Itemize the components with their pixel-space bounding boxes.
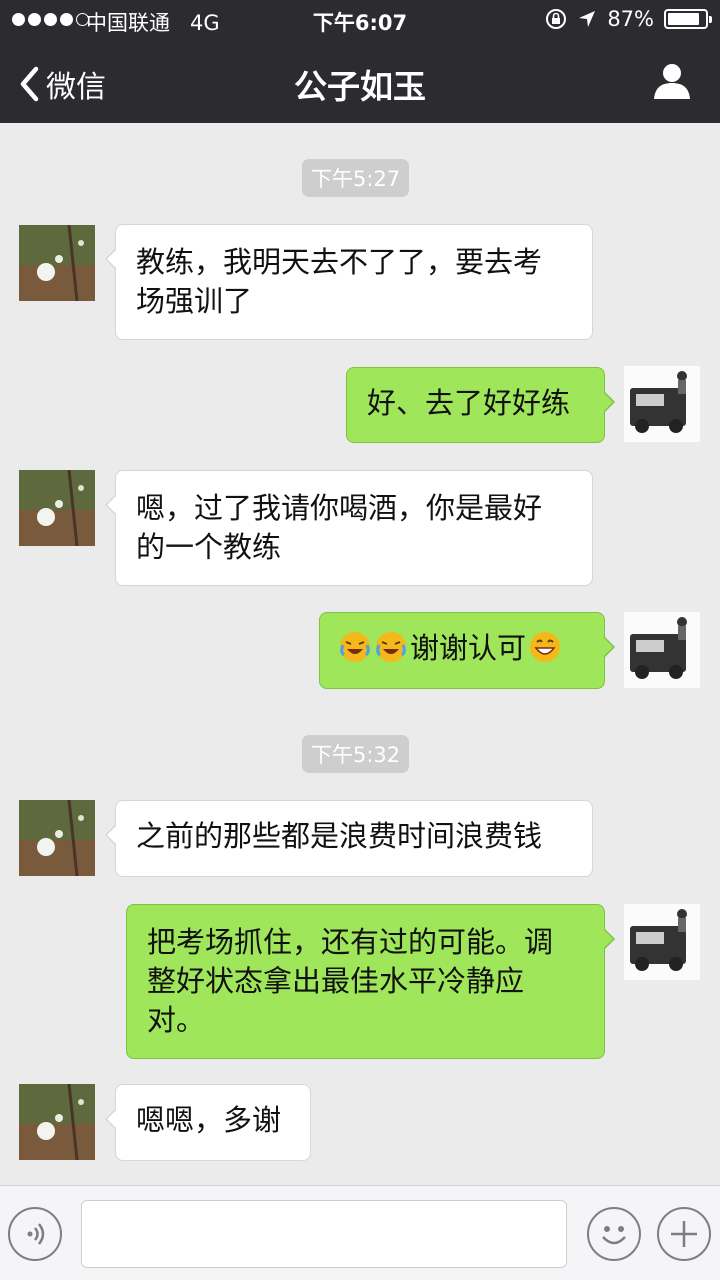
orientation-lock-icon (546, 9, 567, 29)
battery-icon (664, 9, 712, 29)
my-avatar[interactable] (624, 612, 700, 688)
contact-avatar[interactable] (19, 225, 95, 301)
message-text: 整好状态拿出最佳水平冷静应 (147, 964, 525, 998)
message-text: 教练，我明天去不了了，要去考 (136, 245, 543, 279)
more-options-button[interactable] (657, 1207, 711, 1261)
nav-bar: 微信 公子如玉 (0, 40, 720, 123)
crying-laughing-emoji-icon (376, 632, 406, 662)
message-text: 的一个教练 (136, 530, 282, 564)
battery-percent: 87% (607, 7, 654, 31)
message-bubble-sent[interactable]: 好、去了好好练 (346, 367, 615, 443)
message-text: 把考场抓住，还有过的可能。调 (147, 925, 554, 959)
person-icon (654, 64, 690, 99)
message-bubble-received[interactable]: 之前的那些都是浪费时间浪费钱 (105, 800, 593, 877)
message-bubble-sent[interactable]: 把考场抓住，还有过的可能。调 整好状态拿出最佳水平冷静应 对。 (126, 904, 615, 1059)
message-bubble-sent[interactable]: 谢谢认可 (319, 612, 615, 689)
input-bar (0, 1185, 720, 1280)
voice-icon (27, 1223, 45, 1245)
message-text: 谢谢认可 (410, 631, 527, 665)
contact-avatar[interactable] (19, 800, 95, 876)
grinning-emoji-icon (530, 632, 561, 662)
timestamp: 下午5:32 (302, 735, 410, 773)
message-bubble-received[interactable]: 嗯，过了我请你喝酒，你是最好 的一个教练 (105, 470, 593, 586)
status-bar: 中国联通 4G 下午6:07 87% (0, 0, 720, 40)
message-text: 嗯嗯，多谢 (136, 1103, 282, 1137)
my-avatar[interactable] (624, 904, 700, 980)
message-text: 好、去了好好练 (367, 386, 571, 420)
voice-button[interactable] (8, 1207, 62, 1261)
contact-avatar[interactable] (19, 1084, 95, 1160)
location-arrow-icon (579, 11, 596, 27)
message-bubble-received[interactable]: 教练，我明天去不了了，要去考 场强训了 (105, 224, 593, 340)
message-text: 对。 (147, 1003, 206, 1037)
my-avatar[interactable] (624, 366, 700, 442)
message-input[interactable] (81, 1200, 567, 1268)
message-text: 嗯，过了我请你喝酒，你是最好 (136, 491, 543, 525)
plus-icon (671, 1221, 697, 1247)
top-bar: 中国联通 4G 下午6:07 87% 微信 公子如玉 (0, 0, 720, 123)
timestamp: 下午5:27 (302, 159, 410, 197)
chat-title: 公子如玉 (294, 67, 426, 106)
status-right: 87% (545, 7, 712, 31)
message-text: 场强训了 (136, 284, 253, 318)
emoji-icon (602, 1226, 626, 1245)
crying-laughing-emoji-icon (340, 632, 370, 662)
message-text: 之前的那些都是浪费时间浪费钱 (136, 819, 543, 853)
message-bubble-received[interactable]: 嗯嗯，多谢 (105, 1084, 311, 1161)
profile-button[interactable] (652, 62, 692, 104)
contact-avatar[interactable] (19, 470, 95, 546)
emoji-button[interactable] (587, 1207, 641, 1261)
